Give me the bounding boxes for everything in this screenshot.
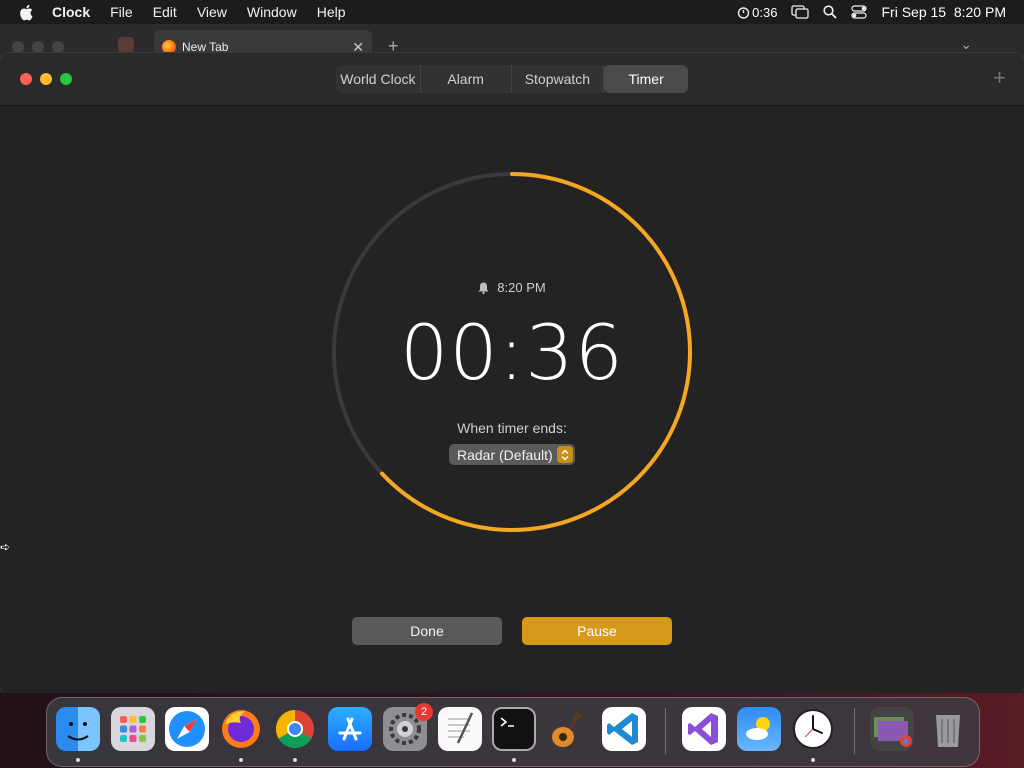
clock-running-dot (811, 758, 815, 762)
timer-sound-popup[interactable]: Radar (Default) (449, 444, 575, 465)
downloads-stack-icon[interactable] (870, 707, 914, 751)
tab-world-clock[interactable]: World Clock (336, 65, 421, 93)
menu-app-name[interactable]: Clock (52, 4, 100, 20)
timer-status-text: 0:36 (752, 4, 778, 20)
clock-app-icon[interactable] (791, 707, 835, 751)
menu-help[interactable]: Help (307, 4, 356, 20)
finder-icon[interactable] (56, 707, 100, 751)
timer-sound-value: Radar (Default) (457, 446, 553, 463)
menu-bar: Clock File Edit View Window Help 0:36 Fr… (0, 0, 1024, 24)
chrome-running-dot (293, 758, 297, 762)
trash-icon[interactable] (926, 707, 970, 751)
clock-window: World Clock Alarm Stopwatch Timer + 8:20… (0, 53, 1024, 693)
bell-icon (478, 282, 489, 294)
visual-studio-icon[interactable] (682, 707, 726, 751)
minimize-window-button[interactable] (40, 73, 52, 85)
garageband-icon[interactable] (546, 707, 590, 751)
firefox-icon (162, 40, 176, 54)
pinned-tab-icon[interactable] (118, 37, 134, 53)
when-timer-ends-label: When timer ends: (457, 420, 567, 436)
tab-stopwatch[interactable]: Stopwatch (512, 65, 605, 93)
control-center-icon[interactable] (851, 5, 868, 19)
alarm-time: 8:20 PM (497, 280, 546, 295)
browser-tab-title: New Tab (182, 40, 229, 54)
alarm-time-row: 8:20 PM (0, 280, 1024, 295)
vscode-icon[interactable] (602, 707, 646, 751)
dock (46, 697, 980, 767)
mouse-cursor-icon: ➪ (0, 540, 11, 554)
weather-icon[interactable] (737, 707, 781, 751)
add-timer-icon[interactable]: + (993, 67, 1006, 89)
safari-icon[interactable] (165, 707, 209, 751)
screen-mirroring-icon[interactable] (791, 5, 810, 19)
dock-separator (665, 708, 666, 754)
terminal-running-dot (512, 758, 516, 762)
dock-separator-2 (854, 708, 855, 754)
menu-file[interactable]: File (100, 4, 143, 20)
popup-chevron-icon (557, 446, 573, 463)
menubar-datetime[interactable]: Fri Sep 15 8:20 PM (881, 4, 1006, 20)
close-window-button[interactable] (20, 73, 32, 85)
pause-button[interactable]: Pause (522, 617, 672, 645)
finder-running-dot (76, 758, 80, 762)
textedit-icon[interactable] (438, 707, 482, 751)
window-titlebar: World Clock Alarm Stopwatch Timer + (0, 53, 1024, 106)
spotlight-search-icon[interactable] (823, 5, 838, 19)
done-button[interactable]: Done (352, 617, 502, 645)
firefox-running-dot (239, 758, 243, 762)
launchpad-icon[interactable] (111, 707, 155, 751)
view-segmented-control: World Clock Alarm Stopwatch Timer (336, 65, 689, 93)
menu-view[interactable]: View (187, 4, 237, 20)
browser-window-controls (12, 41, 64, 53)
chrome-icon[interactable] (273, 707, 317, 751)
menu-window[interactable]: Window (237, 4, 307, 20)
timer-remaining: 00:36 (399, 308, 625, 397)
menu-edit[interactable]: Edit (143, 4, 187, 20)
timer-status-icon (737, 6, 750, 19)
tab-timer[interactable]: Timer (604, 65, 689, 93)
tab-alarm[interactable]: Alarm (421, 65, 512, 93)
settings-notification-badge: 2 (415, 703, 433, 721)
terminal-icon[interactable] (492, 707, 536, 751)
apple-menu-icon[interactable] (0, 4, 52, 21)
firefox-app-icon[interactable] (219, 707, 263, 751)
app-store-icon[interactable] (328, 707, 372, 751)
tab-list-chevron-icon[interactable]: ⌄ (960, 36, 972, 53)
zoom-window-button[interactable] (60, 73, 72, 85)
timer-status-item[interactable]: 0:36 (737, 5, 777, 20)
